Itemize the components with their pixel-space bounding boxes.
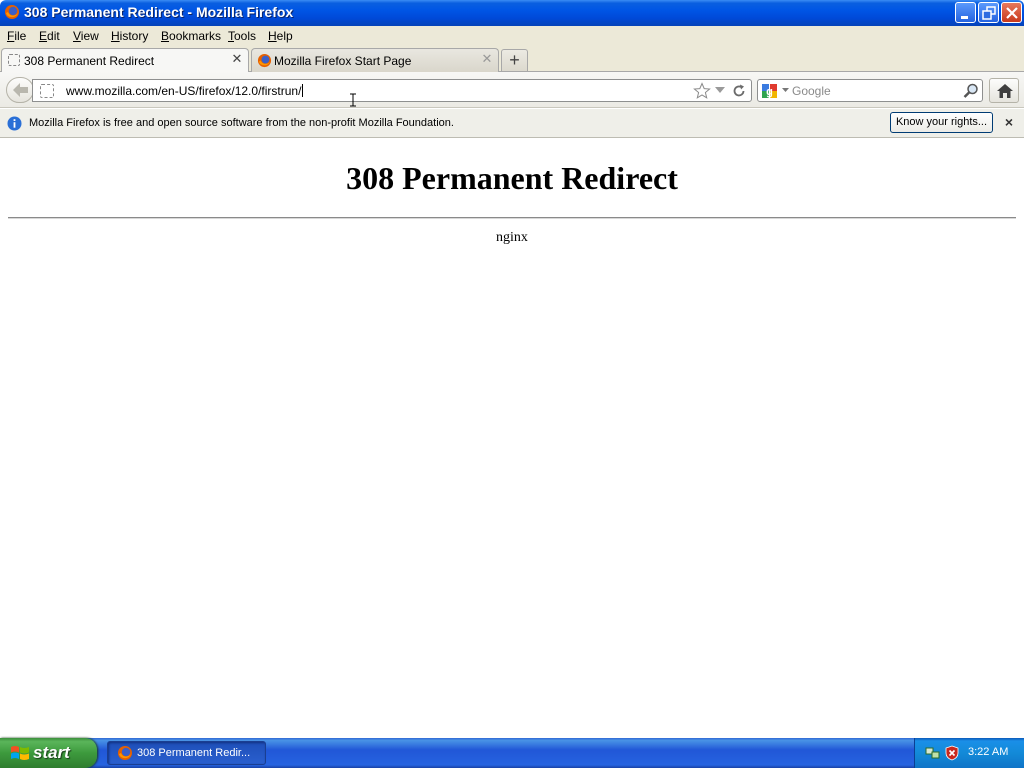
menu-help[interactable]: Help <box>268 29 293 43</box>
info-icon <box>7 116 22 131</box>
close-notification-icon[interactable]: × <box>1002 115 1016 129</box>
windows-logo-icon <box>11 746 29 760</box>
ibeam-cursor-icon <box>350 93 356 107</box>
url-text: www.mozilla.com/en-US/firefox/12.0/first… <box>66 84 302 98</box>
horizontal-rule <box>8 217 1016 219</box>
url-bar[interactable]: www.mozilla.com/en-US/firefox/12.0/first… <box>32 79 752 107</box>
close-window-button[interactable] <box>1001 2 1022 23</box>
search-bar[interactable]: g <box>757 79 983 102</box>
page-title: 308 Permanent Redirect <box>346 160 678 196</box>
notification-text: Mozilla Firefox is free and open source … <box>29 117 454 129</box>
bookmark-star-icon[interactable] <box>693 82 711 100</box>
tab-firefox-start-page[interactable]: Mozilla Firefox Start Page ✕ <box>251 48 499 72</box>
system-tray: 3:22 AM <box>914 738 1024 768</box>
restore-icon <box>982 6 996 20</box>
blank-page-icon <box>8 54 20 66</box>
tab-label: Mozilla Firefox Start Page <box>274 54 412 68</box>
menu-tools[interactable]: Tools <box>228 29 256 43</box>
close-icon <box>1006 7 1018 19</box>
tab-close-icon[interactable]: ✕ <box>480 52 494 66</box>
start-label: start <box>33 743 70 762</box>
menu-bar: File Edit View History Bookmarks Tools H… <box>0 26 1024 46</box>
plus-icon: + <box>509 50 520 70</box>
firefox-icon <box>118 746 132 760</box>
text-caret <box>302 84 304 97</box>
window-title: 308 Permanent Redirect - Mozilla Firefox <box>24 4 294 20</box>
clock: 3:22 AM <box>968 746 1009 758</box>
reload-icon[interactable] <box>731 83 747 99</box>
minimize-icon <box>961 16 968 19</box>
tab-label: 308 Permanent Redirect <box>24 54 155 68</box>
notification-bar: Mozilla Firefox is free and open source … <box>0 109 1024 138</box>
svg-text:g: g <box>766 86 773 98</box>
page-content: 308 Permanent Redirect nginx <box>0 138 1024 738</box>
start-button[interactable]: start <box>0 738 97 768</box>
search-icon[interactable] <box>962 82 980 100</box>
back-arrow-icon <box>13 83 28 97</box>
google-icon[interactable]: g <box>761 83 779 99</box>
menu-history[interactable]: History <box>111 29 148 43</box>
firefox-icon <box>5 5 19 19</box>
url-input[interactable]: www.mozilla.com/en-US/firefox/12.0/first… <box>66 84 304 98</box>
back-button[interactable] <box>6 77 34 103</box>
history-dropdown-icon[interactable] <box>715 87 725 94</box>
restore-button[interactable] <box>978 2 999 23</box>
navigation-toolbar: www.mozilla.com/en-US/firefox/12.0/first… <box>0 72 1024 108</box>
home-button[interactable] <box>989 78 1019 103</box>
search-engine-dropdown-icon[interactable] <box>782 88 789 93</box>
taskbar: start 308 Permanent Redir... 3:22 AM <box>0 738 1024 768</box>
search-input[interactable] <box>792 82 952 99</box>
security-shield-icon[interactable] <box>944 745 960 761</box>
new-tab-button[interactable]: + <box>501 49 528 71</box>
menu-file[interactable]: File <box>7 29 26 43</box>
taskbar-firefox-window[interactable]: 308 Permanent Redir... <box>107 741 266 765</box>
firefox-icon <box>257 53 272 68</box>
window-titlebar[interactable]: 308 Permanent Redirect - Mozilla Firefox <box>0 0 1024 26</box>
taskbar-window-label: 308 Permanent Redir... <box>137 747 251 759</box>
tab-308-permanent-redirect[interactable]: 308 Permanent Redirect ✕ <box>1 48 249 73</box>
minimize-button[interactable] <box>955 2 976 23</box>
menu-view[interactable]: View <box>73 29 99 43</box>
home-icon <box>997 84 1013 98</box>
network-icon[interactable] <box>925 745 941 761</box>
tab-close-icon[interactable]: ✕ <box>230 52 244 66</box>
menu-bookmarks[interactable]: Bookmarks <box>161 29 221 43</box>
server-name: nginx <box>496 230 528 245</box>
know-your-rights-button[interactable]: Know your rights... <box>890 112 993 133</box>
site-identity-icon[interactable] <box>40 84 54 98</box>
menu-edit[interactable]: Edit <box>39 29 60 43</box>
